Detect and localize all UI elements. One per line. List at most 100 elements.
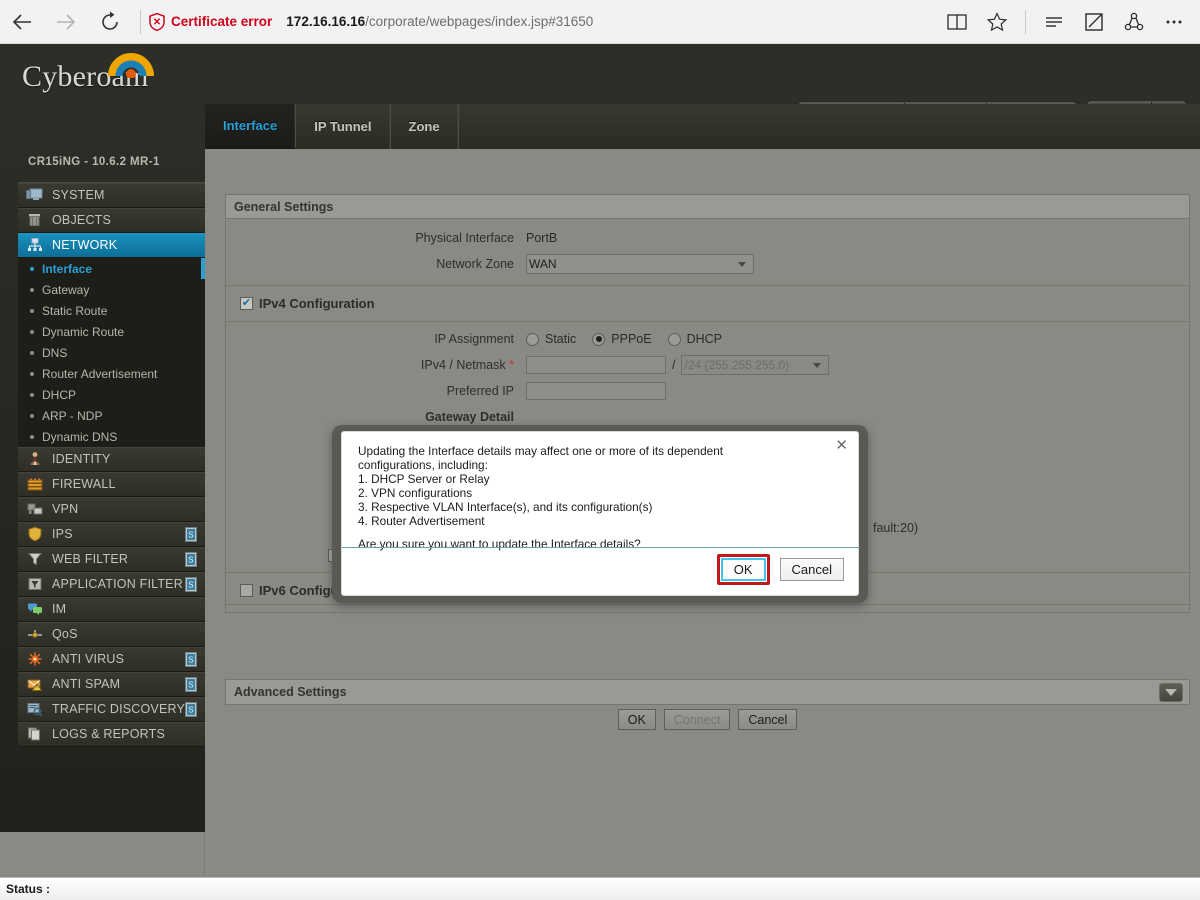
advanced-settings-title: Advanced Settings <box>234 685 347 699</box>
sidebar-item-application-filter[interactable]: APPLICATION FILTER S <box>18 572 205 597</box>
radio-pppoe[interactable] <box>592 332 606 346</box>
reload-icon[interactable] <box>88 0 132 44</box>
sidebar-item-network[interactable]: NETWORK <box>18 233 205 258</box>
preferred-ip-input[interactable] <box>526 382 666 400</box>
radio-pppoe-label: PPPoE <box>611 332 652 346</box>
bullet-icon <box>30 330 34 334</box>
modal-line-4: 2. VPN configurations <box>358 486 473 500</box>
hub-icon[interactable] <box>1034 0 1074 44</box>
brand-logo[interactable]: Cyberoam <box>22 53 202 92</box>
sidebar-label: QoS <box>52 627 78 641</box>
funnel-icon <box>27 553 43 566</box>
bullet-icon <box>30 351 34 355</box>
sidebar-item-qos[interactable]: QoS <box>18 622 205 647</box>
advanced-settings-header[interactable]: Advanced Settings <box>225 679 1190 705</box>
gateway-detail-label: Gateway Detail <box>425 410 514 424</box>
ipv4-configuration-checkbox[interactable] <box>240 297 253 310</box>
sidebar-item-anti-virus[interactable]: ANTI VIRUS S <box>18 647 205 672</box>
form-connect-button[interactable]: Connect <box>663 709 731 730</box>
confirm-update-dialog: ✕ Updating the Interface details may aff… <box>341 431 860 596</box>
sidebar-label: ANTI SPAM <box>52 677 121 691</box>
submenu-label: Dynamic DNS <box>42 429 118 444</box>
certificate-error-indicator[interactable]: Certificate error <box>149 12 272 31</box>
form-action-buttons: OK Connect Cancel <box>225 709 1190 730</box>
svg-text:S: S <box>188 706 194 715</box>
toolbar-divider <box>140 9 141 34</box>
sidebar-item-web-filter[interactable]: WEB FILTER S <box>18 547 205 572</box>
modal-line-2: configurations, including: <box>358 458 488 472</box>
submenu-label: Router Advertisement <box>42 366 158 381</box>
sidebar-item-dns[interactable]: DNS <box>18 342 205 363</box>
sidebar-item-im[interactable]: IM <box>18 597 205 622</box>
ipv4-netmask-label: IPv4 / Netmask * <box>420 358 514 372</box>
reading-view-icon[interactable] <box>937 0 977 44</box>
bullet-icon <box>30 435 34 439</box>
radio-static-label: Static <box>545 332 577 346</box>
sidebar-item-static-route[interactable]: Static Route <box>18 300 205 321</box>
sidebar-item-objects[interactable]: OBJECTS <box>18 208 205 233</box>
sidebar-item-firewall[interactable]: FIREWALL <box>18 472 205 497</box>
sidebar-label: NETWORK <box>52 238 118 252</box>
svg-text:S: S <box>188 656 194 665</box>
sidebar-item-dhcp[interactable]: DHCP <box>18 384 205 405</box>
ipv4-configuration-label: IPv4 Configuration <box>259 296 375 311</box>
sidebar-label: VPN <box>52 502 79 516</box>
qos-icon <box>28 630 42 638</box>
sidebar-item-gateway[interactable]: Gateway <box>18 279 205 300</box>
back-arrow-icon[interactable] <box>0 0 44 44</box>
form-ok-button[interactable]: OK <box>617 709 656 730</box>
more-icon[interactable] <box>1154 0 1194 44</box>
form-cancel-button[interactable]: Cancel <box>738 709 798 730</box>
modal-line-6: 4. Router Advertisement <box>358 514 485 528</box>
svg-text:!: ! <box>36 686 38 692</box>
share-icon[interactable] <box>1114 0 1154 44</box>
sidebar-item-anti-spam[interactable]: ! ANTI SPAM S <box>18 672 205 697</box>
ipv4-configuration-row[interactable]: IPv4 Configuration <box>226 290 1189 317</box>
bullet-icon <box>30 393 34 397</box>
sidebar-item-vpn[interactable]: VPN <box>18 497 205 522</box>
cyberoam-app: Cyberoam CR15iNG - 10.6.2 MR-1 Dashboard <box>0 44 1200 877</box>
sidebar-item-dynamic-dns[interactable]: Dynamic DNS <box>18 426 205 447</box>
sidebar-item-arp-ndp[interactable]: ARP - NDP <box>18 405 205 426</box>
tab-zone[interactable]: Zone <box>391 104 459 149</box>
forward-arrow-icon[interactable] <box>44 0 88 44</box>
modal-separator <box>342 547 860 548</box>
ipv4-address-input[interactable] <box>526 356 666 374</box>
sidebar-item-logs-reports[interactable]: LOGS & REPORTS <box>18 722 205 747</box>
status-label: Status : <box>6 882 51 896</box>
browser-toolbar: Certificate error 172.16.16.16/corporate… <box>0 0 1200 44</box>
netmask-select[interactable]: /24 (255.255.255.0) <box>681 355 830 375</box>
web-note-icon[interactable] <box>1074 0 1114 44</box>
person-icon <box>30 452 40 465</box>
sidebar-item-dynamic-route[interactable]: Dynamic Route <box>18 321 205 342</box>
status-bar: Status : <box>0 877 1200 900</box>
sidebar-label: IDENTITY <box>52 452 111 466</box>
panel-bottom-strip <box>226 604 1189 612</box>
sidebar-item-router-advertisement[interactable]: Router Advertisement <box>18 363 205 384</box>
modal-cancel-button[interactable]: Cancel <box>779 558 844 581</box>
divider-1 <box>226 285 1189 286</box>
address-bar[interactable]: 172.16.16.16/corporate/webpages/index.js… <box>286 14 593 29</box>
sidebar-item-interface[interactable]: Interface <box>18 258 205 279</box>
network-zone-select[interactable]: WAN <box>526 254 754 274</box>
url-host: 172.16.16.16 <box>286 14 366 29</box>
radio-dhcp[interactable] <box>667 332 681 346</box>
tab-interface[interactable]: Interface <box>205 104 297 149</box>
radio-static[interactable] <box>526 332 539 346</box>
sidebar-item-identity[interactable]: IDENTITY <box>18 447 205 472</box>
close-icon[interactable]: ✕ <box>835 438 848 453</box>
sidebar-label: OBJECTS <box>52 213 112 227</box>
ipv6-configuration-checkbox[interactable] <box>240 584 253 597</box>
tab-ip-tunnel[interactable]: IP Tunnel <box>296 104 391 149</box>
firewall-brick-icon <box>27 477 43 491</box>
tab-ip-tunnel-label: IP Tunnel <box>314 119 372 134</box>
virus-icon <box>28 652 42 666</box>
subscription-badge-icon: S <box>185 527 197 542</box>
sidebar-item-ips[interactable]: IPS S <box>18 522 205 547</box>
sidebar-item-system[interactable]: SYSTEM <box>18 183 205 208</box>
chevron-down-icon[interactable] <box>1159 683 1183 702</box>
favorites-star-icon[interactable] <box>977 0 1017 44</box>
sidebar-item-traffic-discovery[interactable]: TRAFFIC DISCOVERY S <box>18 697 205 722</box>
modal-ok-button[interactable]: OK <box>720 558 766 581</box>
content-tabs: Interface IP Tunnel Zone <box>205 104 1200 149</box>
